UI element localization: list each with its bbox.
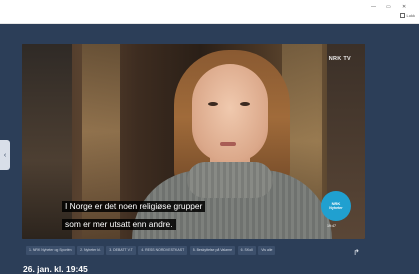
subtitle-line: I Norge er det noen religiøse grupper (62, 201, 206, 212)
person-collar (187, 162, 273, 198)
share-icon: ↱ (353, 248, 360, 257)
broadcast-date: 26. jan. kl. 19:45 (23, 264, 88, 274)
badge-line-2: Nyheter (329, 206, 343, 210)
subtitle-line: som er mer utsatt enn andre. (62, 219, 176, 230)
chapter-item[interactable]: 6. SKoll (237, 246, 256, 255)
show-all-chapters-button[interactable]: Vis alle (258, 246, 276, 255)
subtitles: I Norge er det noen religiøse grupper so… (62, 196, 206, 232)
chapter-item[interactable]: 2. Nyheter kl. (77, 246, 104, 255)
close-link-label: Lukk (406, 13, 415, 18)
share-button[interactable]: ↱ (350, 246, 363, 259)
person-eye (240, 102, 250, 106)
close-link[interactable]: Lukk (399, 13, 415, 18)
person-eye (208, 102, 218, 106)
chevron-left-icon: ‹ (3, 151, 7, 159)
chapter-item[interactable]: 1. NRK Nyheter og Sportén (26, 246, 75, 255)
close-icon[interactable]: ✕ (402, 4, 406, 10)
window-icon (399, 13, 405, 18)
maximize-icon[interactable]: ▭ (386, 4, 391, 10)
chapter-list: 1. NRK Nyheter og Sportén 2. Nyheter kl.… (26, 246, 276, 255)
nrk-nyheter-badge: NRK Nyheter (321, 191, 351, 221)
person-face (192, 64, 268, 162)
person-mouth (220, 142, 236, 146)
video-player[interactable]: NRK TV I Norge er det noen religiøse gru… (22, 44, 365, 239)
minimize-icon[interactable]: — (371, 4, 376, 10)
chapter-item[interactable]: 5. Beskyttelse på Valarne (189, 246, 236, 255)
sidebar-toggle[interactable]: ‹ (0, 140, 10, 170)
chapter-item[interactable]: 3. DEBATT V.T (106, 246, 136, 255)
timecode: 19:47 (327, 224, 336, 228)
chapter-item[interactable]: 4. RESS NORDVESTKAST (138, 246, 188, 255)
nrk-tv-logo: NRK TV (328, 56, 351, 62)
browser-chrome: — ▭ ✕ Lukk (0, 0, 419, 24)
